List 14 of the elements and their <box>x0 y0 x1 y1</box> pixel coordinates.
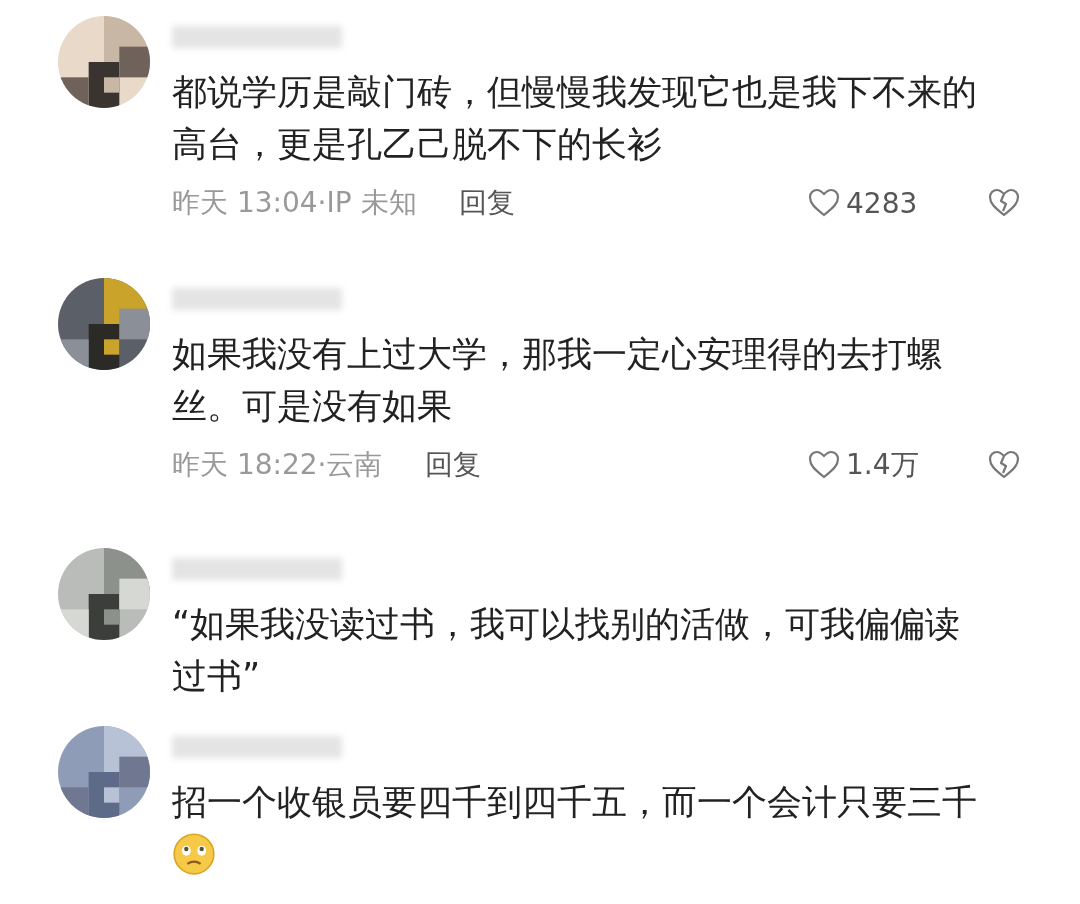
comment-time: 昨天 13:04·IP 未知 <box>172 185 417 221</box>
like-count: 4283 <box>846 186 918 220</box>
broken-heart-icon[interactable] <box>988 188 1020 218</box>
comment-text: 都说学历是敲门砖，但慢慢我发现它也是我下不来的高台，更是孔乙己脱不下的长衫 <box>172 71 978 166</box>
broken-heart-icon[interactable] <box>988 450 1020 480</box>
comment-text: “如果我没读过书，我可以找别的活做，可我偏偏读过书” <box>172 603 962 698</box>
comment-text: 如果我没有上过大学，那我一定心安理得的去打螺丝。可是没有如果 <box>172 333 943 428</box>
reply-link[interactable]: 回复 <box>458 184 515 222</box>
reply-link[interactable]: 回复 <box>424 446 481 484</box>
heart-icon[interactable] <box>808 450 840 480</box>
like-count: 1.4万 <box>846 447 919 483</box>
heart-icon[interactable] <box>808 188 840 218</box>
comment-text: 招一个收银员要四千到四千五，而一个会计只要三千 <box>172 781 978 824</box>
comment-time: 昨天 18:22·云南 <box>172 447 383 483</box>
